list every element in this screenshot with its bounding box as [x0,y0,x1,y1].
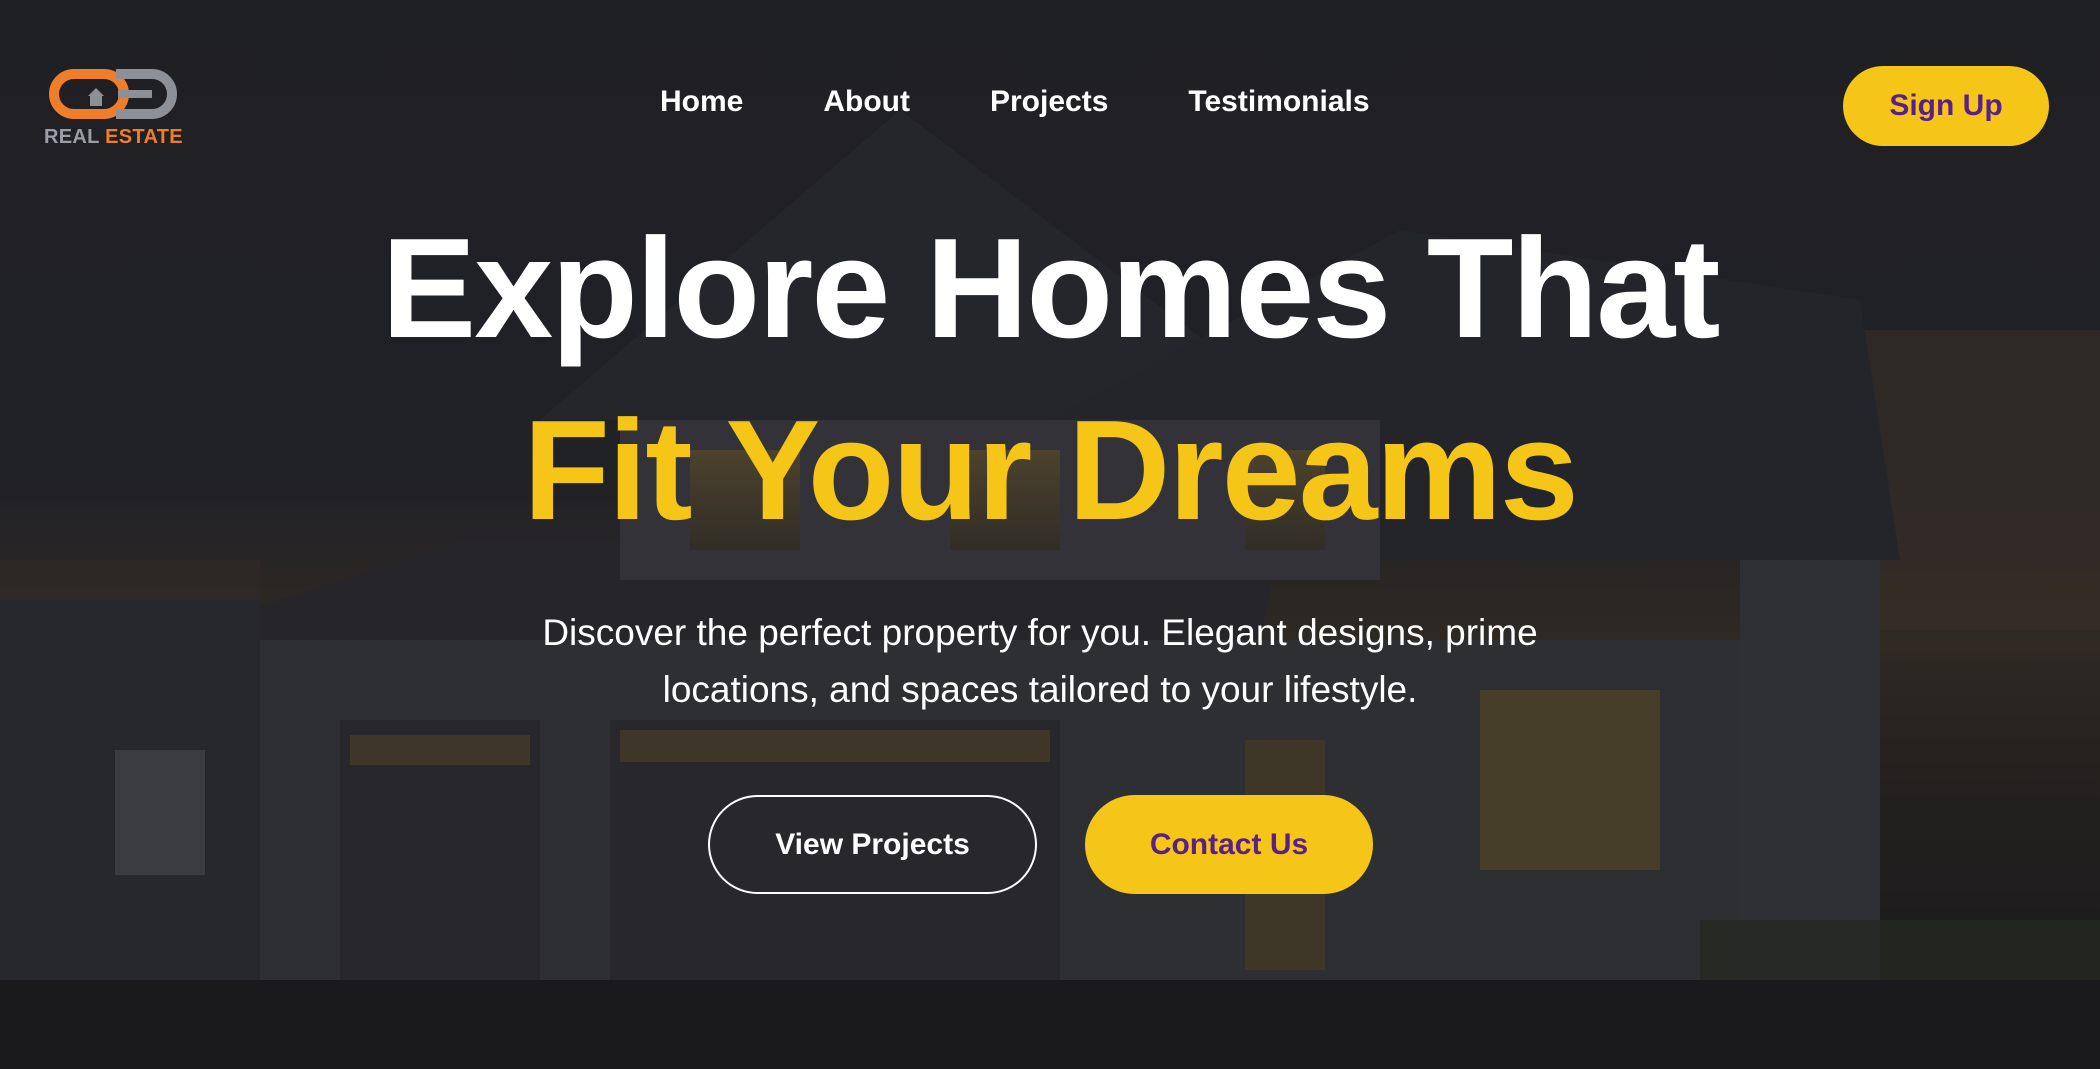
brand-word-estate: ESTATE [105,126,183,148]
contact-us-button[interactable]: Contact Us [1085,795,1373,894]
brand-logo[interactable]: REAL ESTATE [44,68,184,150]
brand-wordmark: REAL ESTATE [44,126,183,149]
hero-subtitle: Discover the perfect property for you. E… [542,612,1538,710]
re-monogram-logo-icon [49,69,177,119]
nav-home[interactable]: Home [660,85,743,119]
hero-headline-line-1: Explore Homes That [381,209,1721,368]
sign-up-button[interactable]: Sign Up [1843,66,2049,146]
nav-testimonials[interactable]: Testimonials [1188,85,1369,119]
brand-word-real: REAL [44,126,100,148]
hero-headline-line-2: Fit Your Dreams [523,391,1579,550]
nav-projects[interactable]: Projects [990,85,1108,119]
view-projects-button[interactable]: View Projects [708,795,1037,894]
main-nav: Home About Projects Testimonials [660,85,1370,119]
nav-about[interactable]: About [823,85,910,119]
hero-section: REAL ESTATE Home About Projects Testimon… [0,0,2100,1069]
